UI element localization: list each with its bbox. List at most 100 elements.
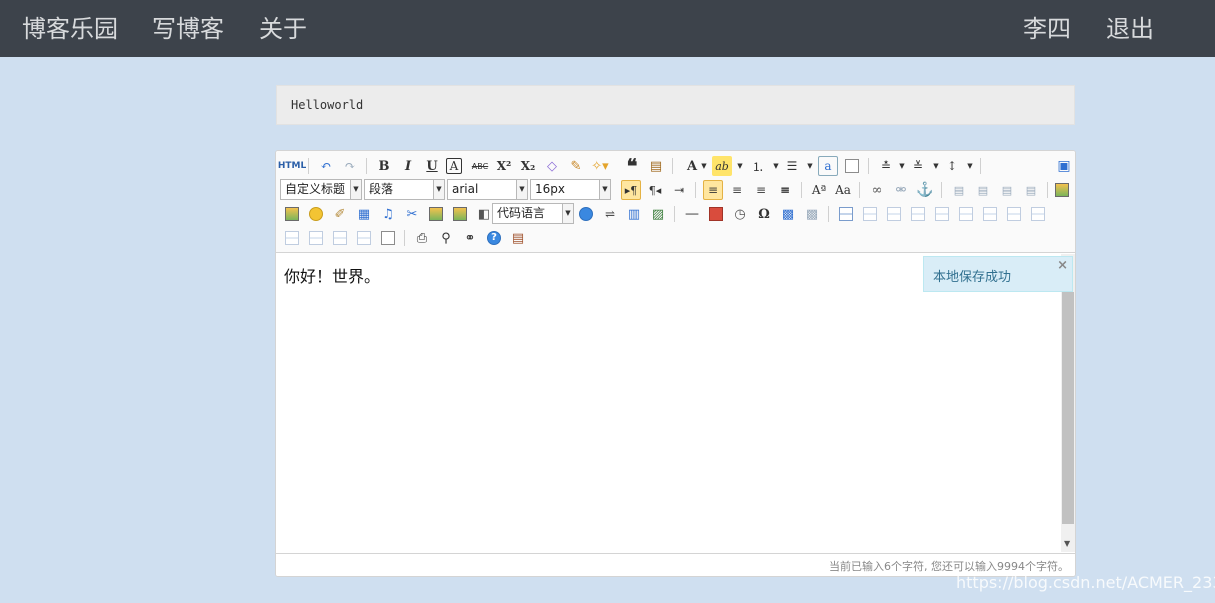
page-break-icon[interactable]: ⇌ — [600, 204, 620, 224]
font-size-select[interactable]: 16px ▼ — [530, 179, 611, 200]
emotion-icon[interactable] — [306, 204, 326, 224]
simple-upload-icon[interactable] — [1052, 180, 1072, 200]
unlink-icon[interactable]: ⚮ — [891, 180, 911, 200]
bold-button[interactable]: B — [374, 156, 394, 176]
wordimage-icon[interactable]: ▩ — [802, 204, 822, 224]
date-icon[interactable] — [706, 204, 726, 224]
superscript-button[interactable]: X² — [494, 156, 514, 176]
insert-col-icon[interactable] — [956, 204, 976, 224]
map-icon[interactable]: ◧ — [474, 204, 494, 224]
undo-icon[interactable]: ↶ — [316, 156, 336, 176]
redo-icon[interactable]: ↷ — [340, 156, 360, 176]
delete-col-icon[interactable] — [980, 204, 1000, 224]
to-uppercase-icon[interactable]: Aª — [809, 180, 829, 200]
ordered-list-icon[interactable]: ⒈ — [748, 156, 768, 176]
scroll-thumb[interactable] — [1062, 292, 1074, 524]
image-float-right-icon[interactable]: ▤ — [997, 180, 1017, 200]
drafts-icon[interactable]: ▤ — [508, 228, 528, 248]
font-border-icon[interactable]: A — [446, 158, 462, 174]
delete-table-icon[interactable] — [860, 204, 880, 224]
chevron-down-icon: ▼ — [562, 204, 573, 223]
image-float-left-icon[interactable]: ▤ — [973, 180, 993, 200]
insert-image-icon[interactable] — [282, 204, 302, 224]
nav-logout-link[interactable]: 退出 — [1106, 14, 1154, 44]
align-right-icon[interactable]: ≡ — [751, 180, 771, 200]
image-float-none-icon[interactable]: ▤ — [949, 180, 969, 200]
nav-write-blog-link[interactable]: 写博客 — [152, 14, 224, 44]
fullscreen-icon[interactable]: ▣ — [1054, 156, 1074, 176]
indent-icon[interactable]: ⇥ — [669, 180, 689, 200]
charts-icon[interactable] — [378, 228, 398, 248]
row-spacing-bottom-icon[interactable]: ≚ — [908, 156, 928, 176]
rtl-direction-icon[interactable]: ¶◂ — [645, 180, 665, 200]
ltr-direction-button[interactable]: ▸¶ — [621, 180, 641, 200]
merge-right-icon[interactable] — [1028, 204, 1048, 224]
unordered-list-icon[interactable]: ☰ — [782, 156, 802, 176]
chevron-down-icon[interactable]: ▼ — [694, 156, 714, 176]
help-button[interactable]: ? — [484, 228, 504, 248]
horizontal-rule-icon[interactable]: — — [682, 204, 702, 224]
html-source-button[interactable]: HTML — [278, 156, 306, 176]
merge-cells-icon[interactable] — [1004, 204, 1024, 224]
highlight-color-icon[interactable]: ab — [712, 156, 732, 176]
scrawl-icon[interactable]: ✐ — [330, 204, 350, 224]
paragraph-format-select[interactable]: 段落 ▼ — [364, 179, 445, 200]
anchor-icon[interactable]: ⚓ — [915, 180, 935, 200]
merge-down-icon[interactable] — [282, 228, 302, 248]
nav-user-link[interactable]: 李四 — [1023, 14, 1071, 44]
insert-frame-icon[interactable] — [426, 204, 446, 224]
code-language-select[interactable]: 代码语言 ▼ — [492, 203, 574, 224]
split-to-cells-icon[interactable] — [354, 228, 374, 248]
special-chars-button[interactable]: Ω — [754, 204, 774, 224]
eraser-icon[interactable]: ◇ — [542, 156, 562, 176]
editor-content-area[interactable]: 你好！世界。 — [276, 254, 1061, 552]
close-icon[interactable]: × — [1057, 258, 1068, 273]
nav-about-link[interactable]: 关于 — [259, 14, 307, 44]
insert-table-icon[interactable] — [836, 204, 856, 224]
blockquote-button[interactable]: ❝ — [622, 154, 642, 178]
music-icon[interactable]: ♫ — [378, 204, 398, 224]
insert-video-icon[interactable]: ▦ — [354, 204, 374, 224]
insert-row-icon[interactable] — [908, 204, 928, 224]
chevron-down-icon[interactable]: ▼ — [960, 156, 980, 176]
preview-icon[interactable]: ⚲ — [436, 228, 456, 248]
delete-row-icon[interactable] — [932, 204, 952, 224]
template-icon[interactable]: ▥ — [624, 204, 644, 224]
auto-format-icon[interactable]: ✧▾ — [590, 156, 610, 176]
multi-image-icon[interactable] — [450, 204, 470, 224]
clear-doc-icon[interactable] — [842, 156, 862, 176]
italic-button[interactable]: I — [398, 156, 418, 176]
attachment-icon[interactable]: ✂ — [402, 204, 422, 224]
split-to-cols-icon[interactable] — [330, 228, 350, 248]
nav-brand-link[interactable]: 博客乐园 — [22, 14, 118, 44]
scroll-down-arrow-icon[interactable]: ▼ — [1064, 539, 1070, 548]
split-to-rows-icon[interactable] — [306, 228, 326, 248]
editor-scrollbar[interactable]: ▼ — [1061, 254, 1075, 552]
subscript-button[interactable]: X₂ — [518, 156, 538, 176]
chevron-down-icon[interactable]: ▼ — [800, 156, 820, 176]
snapscreen-icon[interactable]: ▩ — [778, 204, 798, 224]
background-icon[interactable]: ▨ — [648, 204, 668, 224]
insert-paragraph-before-table-icon[interactable] — [884, 204, 904, 224]
select-all-icon[interactable]: a — [818, 156, 838, 176]
line-height-icon[interactable]: ↕ — [942, 156, 962, 176]
image-center-icon[interactable]: ▤ — [1021, 180, 1041, 200]
blog-title-field[interactable]: Helloworld — [276, 85, 1075, 125]
underline-button[interactable]: U — [422, 156, 442, 176]
web-app-icon[interactable] — [576, 204, 596, 224]
table-icon — [887, 207, 901, 221]
chevron-down-icon[interactable]: ▼ — [730, 156, 750, 176]
align-left-button[interactable]: ≡ — [703, 180, 723, 200]
search-replace-icon[interactable]: ⚭ — [460, 228, 480, 248]
align-center-icon[interactable]: ≡ — [727, 180, 747, 200]
time-icon[interactable]: ◷ — [730, 204, 750, 224]
custom-heading-select[interactable]: 自定义标题 ▼ — [280, 179, 362, 200]
font-family-select[interactable]: arial ▼ — [447, 179, 528, 200]
paste-plain-icon[interactable]: ▤ — [646, 156, 666, 176]
format-painter-icon[interactable]: ✎ — [566, 156, 586, 176]
align-justify-icon[interactable]: ≡ — [775, 180, 795, 200]
to-lowercase-icon[interactable]: Aa — [833, 180, 853, 200]
link-icon[interactable]: ∞ — [867, 180, 887, 200]
print-icon[interactable]: ⎙ — [412, 228, 432, 248]
strikethrough-button[interactable]: ABC — [470, 156, 490, 176]
